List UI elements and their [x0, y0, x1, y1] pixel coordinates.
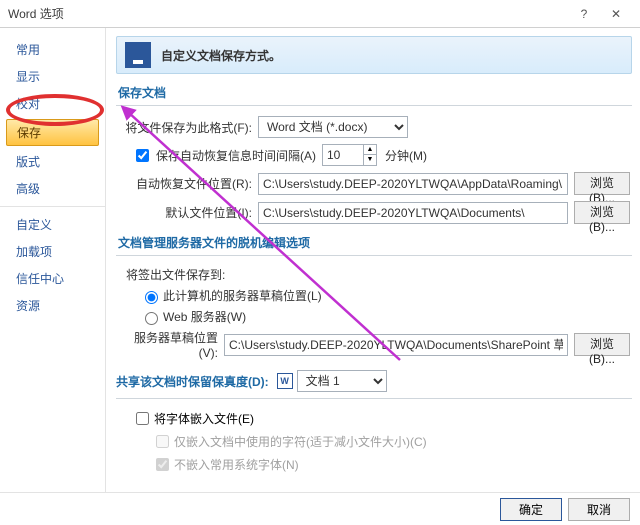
content-panel: 自定义文档保存方式。 保存文档 将文件保存为此格式(F): Word 文档 (*…: [106, 28, 640, 492]
checkout-label: 将签出文件保存到:: [126, 266, 632, 283]
browse-draft-button[interactable]: 浏览(B)...: [574, 333, 630, 356]
save-icon: [125, 42, 151, 68]
sidebar-item-resources[interactable]: 资源: [0, 292, 105, 319]
radio-local-drafts[interactable]: 此计算机的服务器草稿位置(L): [140, 287, 632, 304]
autosave-checkbox[interactable]: [136, 149, 149, 162]
autorecover-loc-input[interactable]: [258, 173, 568, 195]
sidebar-separator: [0, 206, 105, 207]
sidebar: 常用 显示 校对 保存 版式 高级 自定义 加载项 信任中心 资源: [0, 28, 106, 492]
section-share: 共享该文档时保留保真度(D):: [116, 373, 269, 390]
panel-header: 自定义文档保存方式。: [116, 36, 632, 74]
draft-loc-input[interactable]: [224, 334, 568, 356]
dialog-footer: 确定 取消: [0, 492, 640, 525]
format-label: 将文件保存为此格式(F):: [116, 119, 252, 136]
titlebar: Word 选项 ? ✕: [0, 0, 640, 28]
spinner-up-icon[interactable]: ▲: [363, 144, 377, 155]
ok-button[interactable]: 确定: [500, 498, 562, 521]
autosave-interval-input[interactable]: [322, 144, 364, 166]
divider: [116, 105, 632, 106]
cancel-button[interactable]: 取消: [568, 498, 630, 521]
dialog-title: Word 选项: [8, 5, 568, 22]
divider: [116, 398, 632, 399]
sidebar-item-save[interactable]: 保存: [6, 119, 99, 146]
browse-autorecover-button[interactable]: 浏览(B)...: [574, 172, 630, 195]
radio-web-server[interactable]: Web 服务器(W): [140, 308, 632, 325]
divider: [116, 255, 632, 256]
section-offline: 文档管理服务器文件的脱机编辑选项: [118, 234, 632, 251]
embed-used-checkbox: 仅嵌入文档中使用的字符(适于减小文件大小)(C): [152, 432, 632, 451]
document-icon: W: [277, 373, 293, 389]
format-select[interactable]: Word 文档 (*.docx): [258, 116, 408, 138]
spinner-down-icon[interactable]: ▼: [363, 155, 377, 166]
embed-fonts-checkbox[interactable]: 将字体嵌入文件(E): [132, 409, 632, 428]
browse-default-button[interactable]: 浏览(B)...: [574, 201, 630, 224]
section-save-docs: 保存文档: [118, 84, 632, 101]
share-doc-select[interactable]: 文档 1: [297, 370, 387, 392]
sidebar-item-layout[interactable]: 版式: [0, 148, 105, 175]
draft-loc-label: 服务器草稿位置(V):: [116, 329, 218, 360]
sidebar-item-general[interactable]: 常用: [0, 36, 105, 63]
sidebar-item-proofing[interactable]: 校对: [0, 90, 105, 117]
sidebar-item-customize[interactable]: 自定义: [0, 211, 105, 238]
sidebar-item-display[interactable]: 显示: [0, 63, 105, 90]
autosave-label: 保存自动恢复信息时间间隔(A): [156, 147, 316, 164]
autosave-unit: 分钟(M): [385, 147, 427, 164]
sidebar-item-addins[interactable]: 加载项: [0, 238, 105, 265]
autorecover-loc-label: 自动恢复文件位置(R):: [116, 175, 252, 192]
sidebar-item-trust[interactable]: 信任中心: [0, 265, 105, 292]
panel-header-text: 自定义文档保存方式。: [161, 47, 281, 64]
sidebar-item-advanced[interactable]: 高级: [0, 175, 105, 202]
close-button[interactable]: ✕: [600, 7, 632, 21]
help-button[interactable]: ?: [568, 7, 600, 21]
default-loc-input[interactable]: [258, 202, 568, 224]
default-loc-label: 默认文件位置(I):: [116, 204, 252, 221]
embed-sys-checkbox: 不嵌入常用系统字体(N): [152, 455, 632, 474]
